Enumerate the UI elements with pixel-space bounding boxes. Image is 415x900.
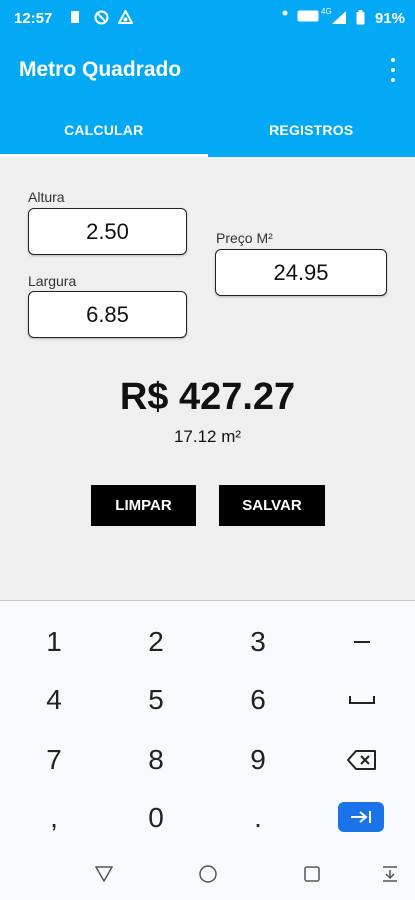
battery-level: 91% <box>374 10 405 27</box>
key-6[interactable]: 6 <box>208 671 308 729</box>
key-7[interactable]: 7 <box>4 731 104 789</box>
altura-input[interactable]: 2.50 <box>28 208 187 255</box>
key-period[interactable]: . <box>208 789 308 847</box>
space-key[interactable] <box>312 671 412 729</box>
tab-bar: CALCULAR REGISTROS <box>0 102 415 157</box>
dot-icon <box>282 10 288 16</box>
minus-key[interactable] <box>312 613 412 671</box>
status-bar: 12:57 4G 91% <box>0 0 415 38</box>
calculator-panel: Altura 2.50 Largura 6.85 Preço M² 24.95 … <box>0 157 415 600</box>
tab-next-icon <box>351 811 371 823</box>
sync-icon <box>118 10 133 25</box>
battery-icon <box>356 10 365 25</box>
key-1[interactable]: 1 <box>4 613 104 671</box>
status-time: 12:57 <box>14 10 53 27</box>
backspace-key[interactable] <box>312 731 412 789</box>
key-3[interactable]: 3 <box>208 613 308 671</box>
key-8[interactable]: 8 <box>106 731 206 789</box>
back-icon[interactable] <box>92 862 116 886</box>
recents-icon[interactable] <box>300 862 324 886</box>
save-button[interactable]: SALVAR <box>219 485 325 526</box>
volte-icon <box>297 10 319 22</box>
tab-registros[interactable]: REGISTROS <box>208 102 415 157</box>
space-icon <box>349 696 375 704</box>
tab-calcular[interactable]: CALCULAR <box>0 102 208 157</box>
largura-label: Largura <box>28 273 77 289</box>
signal-icon <box>331 10 347 25</box>
key-4[interactable]: 4 <box>4 671 104 729</box>
minus-icon <box>354 641 370 643</box>
more-options-icon[interactable] <box>389 58 397 82</box>
key-comma[interactable]: , <box>4 789 104 847</box>
system-nav-bar <box>0 850 415 900</box>
total-price: R$ 427.27 <box>119 376 296 418</box>
largura-input[interactable]: 6.85 <box>28 291 187 338</box>
sim-icon <box>70 10 80 24</box>
total-area: 17.12 m² <box>173 427 242 446</box>
keyboard-hide-icon[interactable] <box>378 862 402 886</box>
next-key[interactable] <box>338 802 384 832</box>
numeric-keyboard: 1 2 3 4 5 6 7 8 9 , 0 . <box>0 600 415 850</box>
altura-label: Altura <box>28 189 65 205</box>
key-9[interactable]: 9 <box>208 731 308 789</box>
preco-label: Preço M² <box>216 230 273 246</box>
key-5[interactable]: 5 <box>106 671 206 729</box>
home-icon[interactable] <box>196 862 220 886</box>
backspace-icon <box>347 750 376 770</box>
app-bar: Metro Quadrado <box>0 38 415 102</box>
key-0[interactable]: 0 <box>106 789 206 847</box>
clear-button[interactable]: LIMPAR <box>91 485 196 526</box>
preco-input[interactable]: 24.95 <box>215 249 387 296</box>
do-not-disturb-icon <box>94 10 109 25</box>
app-title: Metro Quadrado <box>19 58 182 81</box>
key-2[interactable]: 2 <box>106 613 206 671</box>
